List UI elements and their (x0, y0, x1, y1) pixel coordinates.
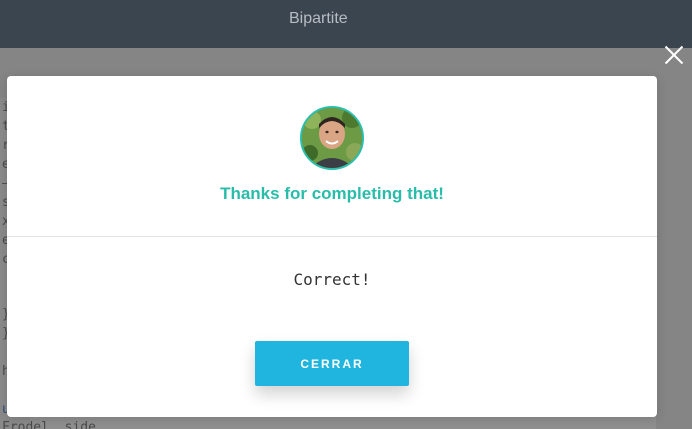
user-avatar (300, 106, 364, 170)
completion-modal: Thanks for completing that! Correct! CER… (7, 76, 657, 417)
modal-divider (7, 236, 657, 237)
result-message: Correct! (293, 270, 371, 289)
modal-title: Thanks for completing that! (220, 184, 444, 203)
avatar-image (302, 108, 362, 168)
app-title: Bipartite (289, 10, 348, 27)
top-bar: Bipartite (0, 0, 692, 48)
close-icon[interactable] (663, 44, 685, 66)
close-modal-button[interactable]: CERRAR (255, 341, 409, 386)
background-right-gutter (656, 98, 692, 429)
code-line: Frodel side (2, 420, 96, 429)
